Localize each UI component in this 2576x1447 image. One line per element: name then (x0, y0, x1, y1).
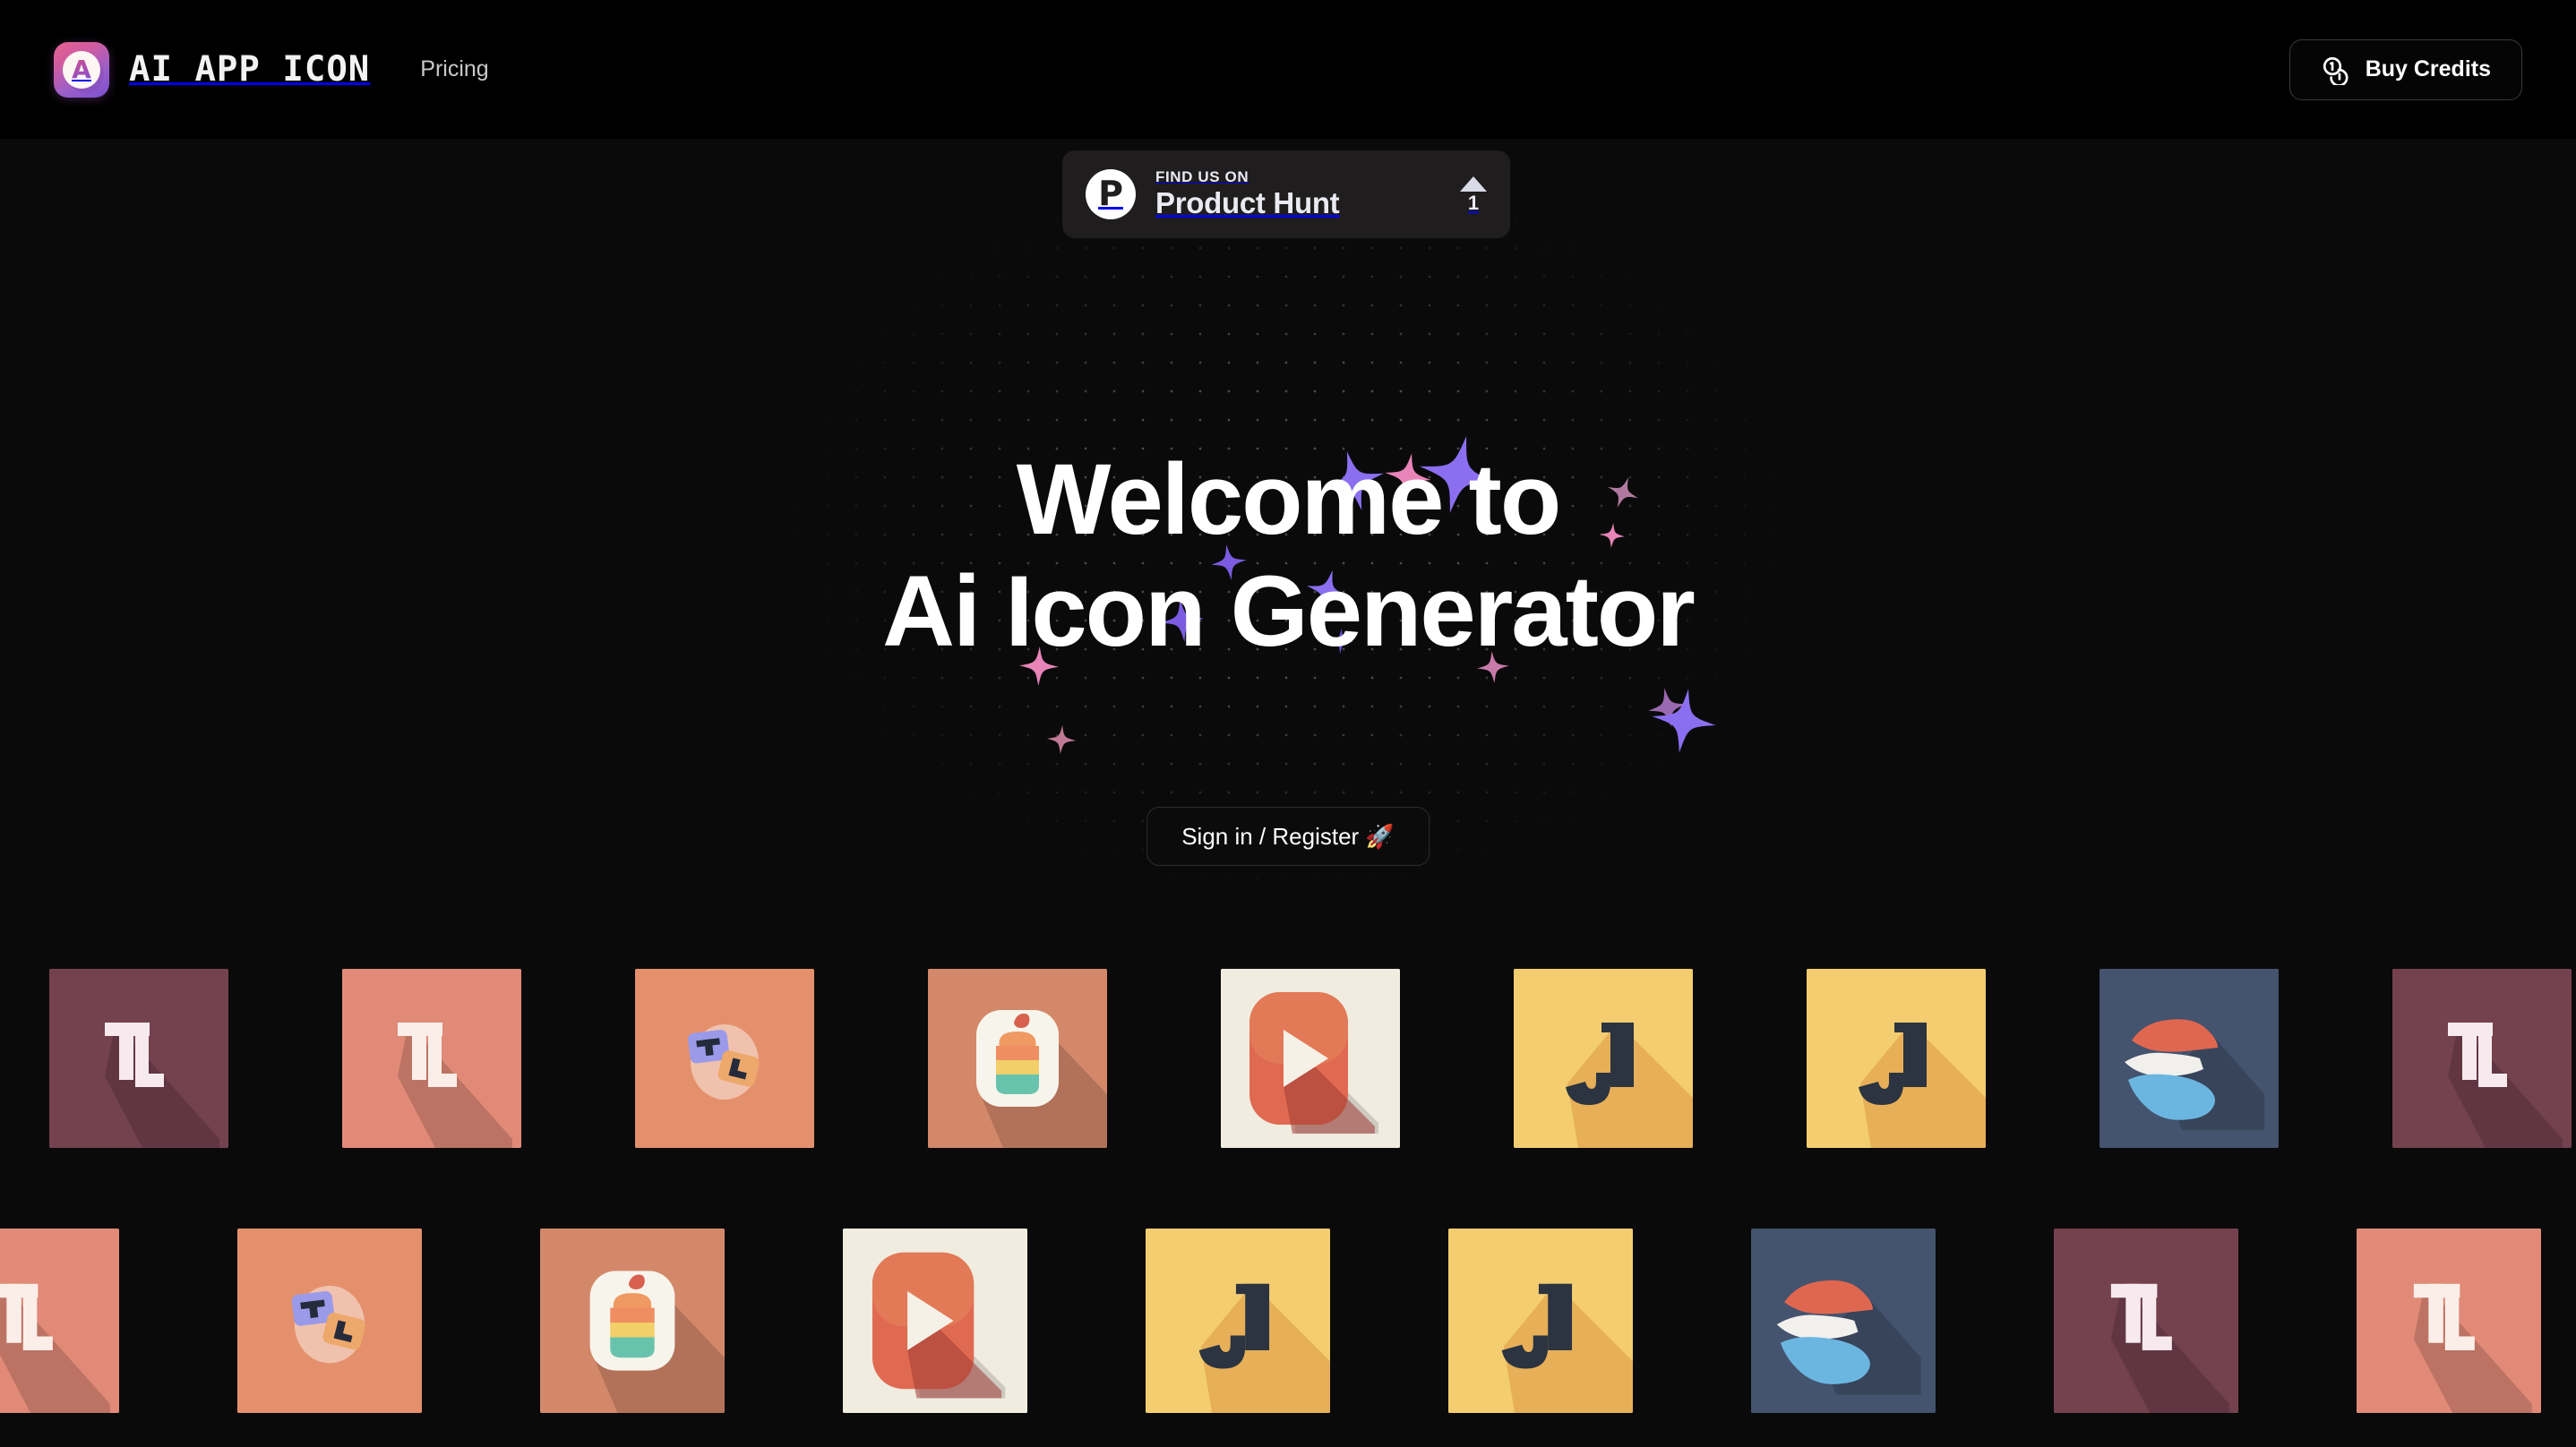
brand-name: AI APP ICON (129, 49, 371, 90)
tl-flat-icon (2054, 1229, 2238, 1413)
tl-flat-icon (49, 969, 228, 1148)
product-hunt-text: FIND US ON Product Hunt (1155, 168, 1440, 220)
icon-card-rainbow-apple[interactable] (928, 969, 1107, 1148)
product-hunt-vote-count: 1 (1467, 191, 1480, 214)
upvote-triangle-icon (1460, 176, 1487, 192)
tl-flat-icon (342, 969, 521, 1148)
brand-home-link[interactable]: A AI APP ICON (54, 41, 371, 98)
tl-flat-icon (2392, 969, 2572, 1148)
logo-letter: A (72, 54, 91, 84)
sparkle-star-icon (1648, 688, 1687, 727)
buy-credits-button[interactable]: Buy Credits (2288, 39, 2522, 100)
sparkle-star-icon (1047, 725, 1076, 754)
product-hunt-logo-letter: P (1098, 174, 1123, 213)
icon-card-tl-maroon-b[interactable] (2054, 1229, 2238, 1413)
j-letter-icon (1807, 969, 1986, 1148)
buy-credits-label: Buy Credits (2365, 56, 2491, 81)
hero-section: Welcome to Ai Icon Generator Sign in / R… (0, 139, 2576, 949)
logo-disc: A (63, 50, 100, 89)
icon-gallery (0, 949, 2576, 1447)
icon-card-rainbow-apple-b[interactable] (540, 1229, 725, 1413)
icon-card-j-yellow[interactable] (1514, 969, 1693, 1148)
icon-card-tl-salmon-b2[interactable] (2357, 1229, 2541, 1413)
icon-card-j-yellow-b2[interactable] (1448, 1229, 1633, 1413)
icon-card-j-yellow-2[interactable] (1807, 969, 1986, 1148)
j-letter-icon (1514, 969, 1693, 1148)
app-logo-gradient-icon: A (54, 41, 109, 98)
product-hunt-logo-icon: P (1086, 169, 1136, 219)
tl-tiles-icon (635, 969, 814, 1148)
page-title: Welcome to Ai Icon Generator (882, 443, 1696, 668)
icon-card-tl-tiles-b[interactable] (237, 1229, 422, 1413)
rainbow-apple-icon (928, 969, 1107, 1148)
sparkle-star-icon (1652, 689, 1716, 753)
icon-card-tl-salmon[interactable] (342, 969, 521, 1148)
icon-card-tl-maroon[interactable] (49, 969, 228, 1148)
icon-card-tl-tiles[interactable] (635, 969, 814, 1148)
icon-gallery-row-2 (0, 1229, 2576, 1413)
primary-nav: Pricing (420, 56, 488, 82)
icon-card-c-wave[interactable] (2099, 969, 2279, 1148)
icon-gallery-row-1 (49, 969, 2572, 1148)
play-button-icon (1221, 969, 1400, 1148)
icon-card-tl-maroon-2[interactable] (2392, 969, 2572, 1148)
icon-card-play-button[interactable] (1221, 969, 1400, 1148)
tl-flat-icon (2357, 1229, 2541, 1413)
icon-card-c-wave-b[interactable] (1751, 1229, 1936, 1413)
product-hunt-badge[interactable]: P FIND US ON Product Hunt 1 (1062, 150, 1510, 238)
c-wave-icon (1751, 1229, 1936, 1413)
product-hunt-vote[interactable]: 1 (1460, 176, 1487, 213)
icon-card-j-yellow-b[interactable] (1146, 1229, 1330, 1413)
icon-card-tl-salmon-b[interactable] (0, 1229, 119, 1413)
icon-card-play-button-b[interactable] (843, 1229, 1027, 1413)
play-button-icon (843, 1229, 1027, 1413)
coins-icon (2323, 56, 2348, 85)
c-wave-icon (2099, 969, 2279, 1148)
tl-tiles-icon (237, 1229, 422, 1413)
product-hunt-title: Product Hunt (1155, 186, 1340, 220)
nav-link-pricing[interactable]: Pricing (420, 56, 488, 82)
j-letter-icon (1448, 1229, 1633, 1413)
tl-flat-icon (0, 1229, 119, 1413)
sign-in-register-button[interactable]: Sign in / Register 🚀 (1146, 807, 1430, 866)
j-letter-icon (1146, 1229, 1330, 1413)
rainbow-apple-icon (540, 1229, 725, 1413)
site-header: A AI APP ICON Pricing Buy Credits (0, 0, 2576, 139)
product-hunt-kicker: FIND US ON (1155, 167, 1249, 185)
